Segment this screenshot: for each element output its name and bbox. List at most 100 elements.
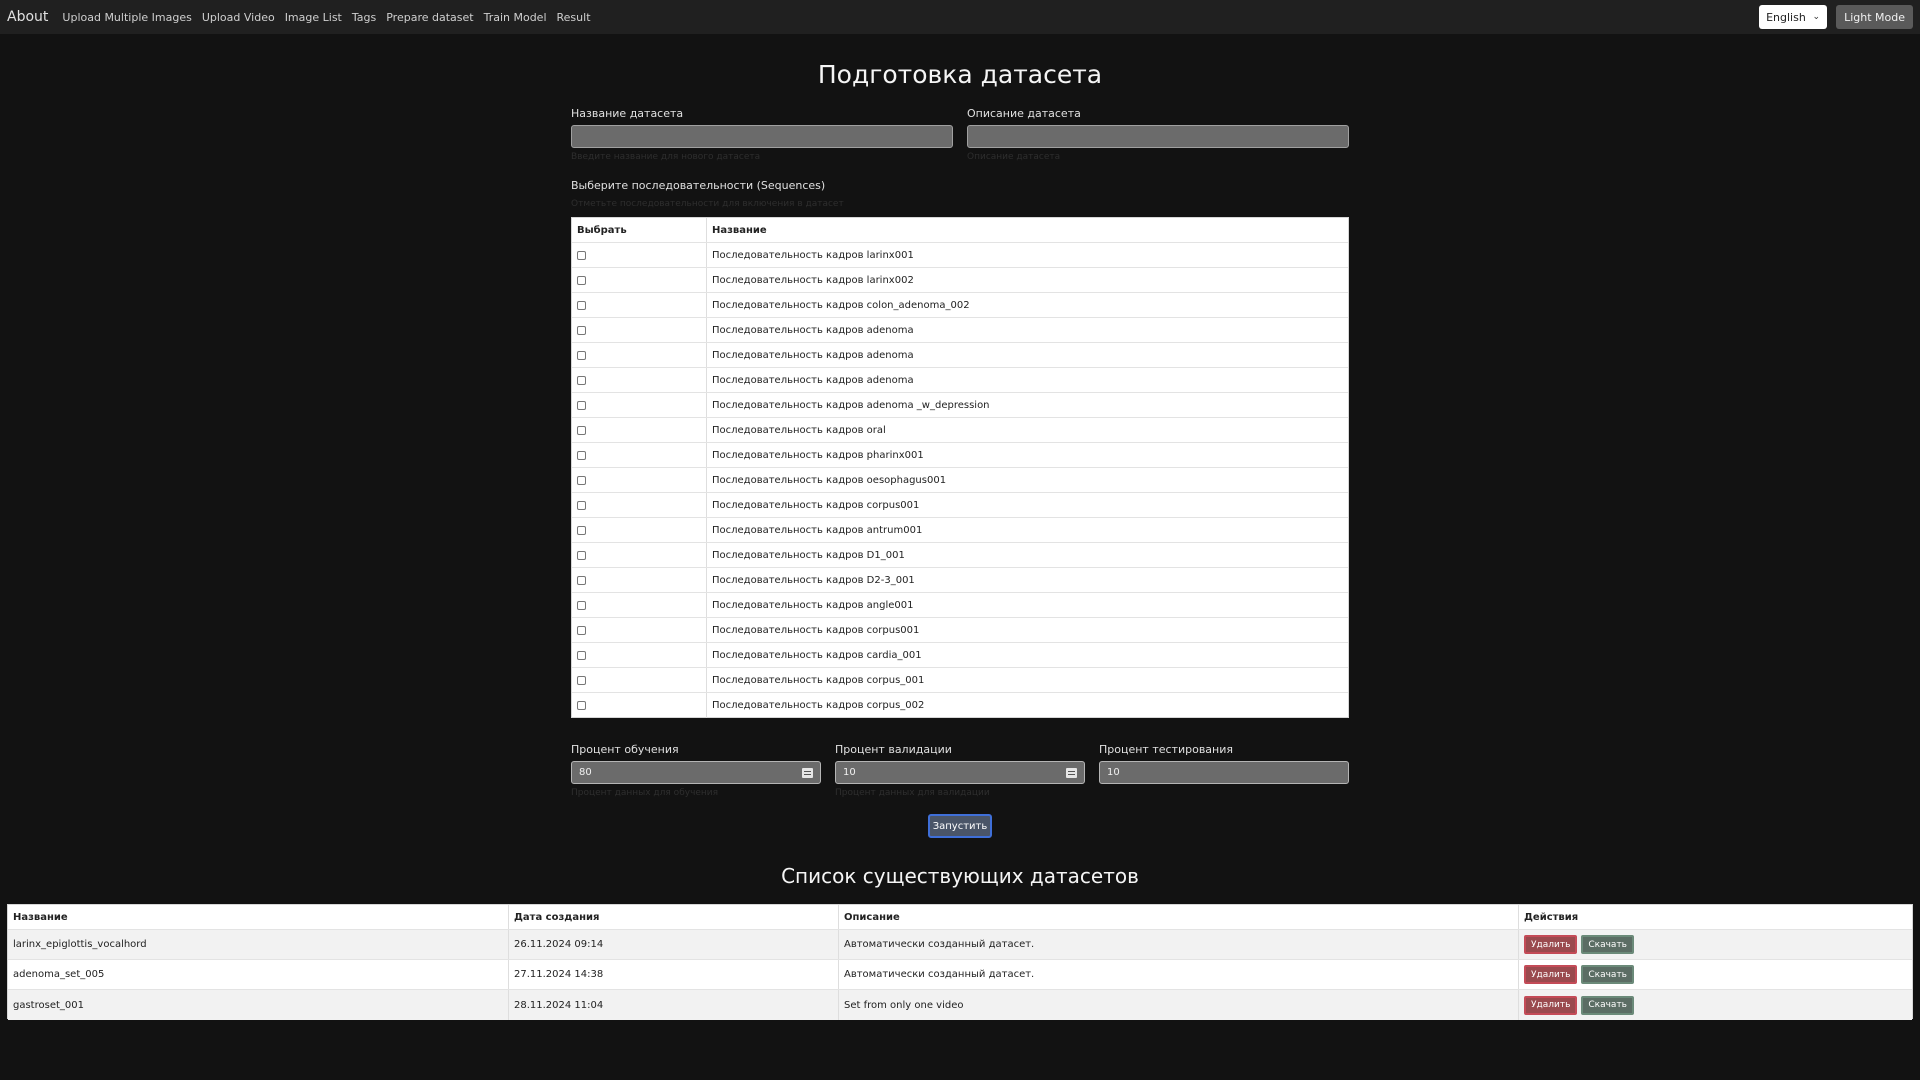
download-button[interactable]: Скачать: [1581, 935, 1634, 954]
sequence-checkbox[interactable]: [577, 600, 586, 610]
sequence-checkbox[interactable]: [577, 300, 586, 310]
nav-link-upload-multiple-images[interactable]: Upload Multiple Images: [62, 11, 191, 24]
run-button[interactable]: Запустить: [928, 814, 992, 838]
language-select-value: English: [1766, 10, 1806, 24]
sequence-checkbox[interactable]: [577, 450, 586, 460]
dataset-actions: Удалить Скачать: [1519, 990, 1912, 1020]
sequence-row: Последовательность кадров corpus_001: [572, 668, 1348, 693]
dataset-name: adenoma_set_005: [8, 960, 509, 989]
sequence-name: Последовательность кадров corpus001: [712, 499, 920, 511]
sequence-row: Последовательность кадров adenoma: [572, 368, 1348, 393]
sequence-name: Последовательность кадров adenoma: [712, 374, 914, 386]
sequence-name: Последовательность кадров larinx001: [712, 249, 914, 261]
delete-button[interactable]: Удалить: [1524, 965, 1578, 984]
sequence-name: Последовательность кадров cardia_001: [712, 649, 922, 661]
sequence-name: Последовательность кадров adenoma: [712, 324, 914, 336]
sequences-label: Выберите последовательности (Sequences): [571, 179, 826, 192]
sequence-name: Последовательность кадров corpus_002: [712, 700, 925, 711]
dataset-description: Автоматически созданный датасет.: [839, 930, 1519, 959]
sequence-name: Последовательность кадров corpus_001: [712, 674, 925, 686]
test-percent-value: 10: [1107, 767, 1120, 778]
chevron-down-icon: ⌄: [1812, 12, 1821, 22]
sequence-checkbox[interactable]: [577, 250, 586, 260]
sequence-checkbox[interactable]: [577, 375, 586, 385]
sequence-name: Последовательность кадров D1_001: [712, 549, 905, 561]
sequence-name: Последовательность кадров D2-3_001: [712, 574, 915, 586]
sequence-checkbox[interactable]: [577, 275, 586, 285]
sequences-table-header: Выбрать Название: [572, 218, 1348, 243]
sequence-row: Последовательность кадров pharinx001: [572, 443, 1348, 468]
dataset-row: adenoma_set_005 27.11.2024 14:38 Автомат…: [8, 960, 1912, 990]
sequence-name: Последовательность кадров pharinx001: [712, 449, 924, 461]
sequence-checkbox[interactable]: [577, 325, 586, 335]
dataset-description-hint: Описание датасета: [967, 152, 1061, 162]
dataset-date: 27.11.2024 14:38: [509, 960, 839, 989]
nav-link-tags[interactable]: Tags: [352, 11, 376, 24]
sequence-checkbox[interactable]: [577, 650, 586, 660]
dataset-description-input[interactable]: [967, 125, 1349, 148]
sequence-row: Последовательность кадров larinx001: [572, 243, 1348, 268]
sequence-name: Последовательность кадров adenoma _w_dep…: [712, 399, 990, 411]
light-mode-button[interactable]: Light Mode: [1836, 5, 1913, 29]
validation-percent-input[interactable]: 10: [835, 761, 1085, 784]
nav-link-upload-video[interactable]: Upload Video: [202, 11, 275, 24]
delete-button[interactable]: Удалить: [1524, 995, 1578, 1015]
nav-link-prepare-dataset[interactable]: Prepare dataset: [386, 11, 473, 24]
sequence-checkbox[interactable]: [577, 500, 586, 510]
dataset-description: Автоматически созданный датасет.: [839, 960, 1519, 989]
dataset-date: 26.11.2024 09:14: [509, 930, 839, 959]
sequence-checkbox[interactable]: [577, 525, 586, 535]
sequence-checkbox[interactable]: [577, 475, 586, 485]
sequence-row: Последовательность кадров corpus_002: [572, 693, 1348, 718]
dataset-description: Set from only one video: [839, 990, 1519, 1020]
dataset-name-input[interactable]: [571, 125, 953, 148]
sequence-row: Последовательность кадров oesophagus001: [572, 468, 1348, 493]
sequence-row: Последовательность кадров colon_adenoma_…: [572, 293, 1348, 318]
sequence-name: Последовательность кадров oesophagus001: [712, 474, 947, 486]
sequence-row: Последовательность кадров larinx002: [572, 268, 1348, 293]
datasets-table: Название Дата создания Описание Действия…: [7, 904, 1913, 1020]
sequence-checkbox[interactable]: [577, 701, 586, 710]
test-percent-input[interactable]: 10: [1099, 761, 1349, 784]
dataset-name-hint: Введите название для нового датасета: [571, 152, 761, 162]
spinner-icon[interactable]: [802, 768, 813, 778]
sequence-row: Последовательность кадров antrum001: [572, 518, 1348, 543]
sequence-checkbox[interactable]: [577, 575, 586, 585]
nav-link-result[interactable]: Result: [557, 11, 591, 24]
sequence-checkbox[interactable]: [577, 425, 586, 435]
dataset-description-label: Описание датасета: [967, 107, 1081, 120]
language-select[interactable]: English ⌄: [1759, 5, 1828, 29]
sequences-hint: Отметьте последовательности для включени…: [571, 199, 844, 209]
sequence-checkbox[interactable]: [577, 675, 586, 685]
datasets-list-title: Список существующих датасетов: [781, 864, 1139, 888]
sequence-checkbox[interactable]: [577, 550, 586, 560]
sequence-row: Последовательность кадров adenoma _w_dep…: [572, 393, 1348, 418]
sequence-name: Последовательность кадров colon_adenoma_…: [712, 299, 970, 311]
header-description: Описание: [839, 905, 1519, 929]
test-percent-label: Процент тестирования: [1099, 743, 1234, 756]
page-title: Подготовка датасета: [817, 60, 1103, 89]
download-button[interactable]: Скачать: [1581, 995, 1634, 1015]
sequence-checkbox[interactable]: [577, 350, 586, 360]
sequence-name: Последовательность кадров oral: [712, 424, 886, 436]
nav-link-image-list[interactable]: Image List: [285, 11, 342, 24]
nav-brand-about[interactable]: About: [7, 9, 48, 25]
spinner-icon[interactable]: [1066, 768, 1077, 778]
dataset-name-label: Название датасета: [571, 107, 684, 120]
dataset-date: 28.11.2024 11:04: [509, 990, 839, 1020]
sequence-row: Последовательность кадров adenoma: [572, 318, 1348, 343]
sequence-row: Последовательность кадров oral: [572, 418, 1348, 443]
delete-button[interactable]: Удалить: [1524, 935, 1578, 954]
nav-link-train-model[interactable]: Train Model: [484, 11, 547, 24]
train-percent-hint: Процент данных для обучения: [571, 788, 719, 798]
train-percent-input[interactable]: 80: [571, 761, 821, 784]
sequence-checkbox[interactable]: [577, 400, 586, 410]
sequence-name: Последовательность кадров angle001: [712, 599, 914, 611]
sequence-row: Последовательность кадров angle001: [572, 593, 1348, 618]
train-percent-value: 80: [579, 767, 592, 778]
dataset-name: larinx_epiglottis_vocalhord: [8, 930, 509, 959]
dataset-actions: Удалить Скачать: [1519, 960, 1912, 989]
download-button[interactable]: Скачать: [1581, 965, 1634, 984]
sequence-checkbox[interactable]: [577, 625, 586, 635]
sequence-row: Последовательность кадров corpus001: [572, 618, 1348, 643]
